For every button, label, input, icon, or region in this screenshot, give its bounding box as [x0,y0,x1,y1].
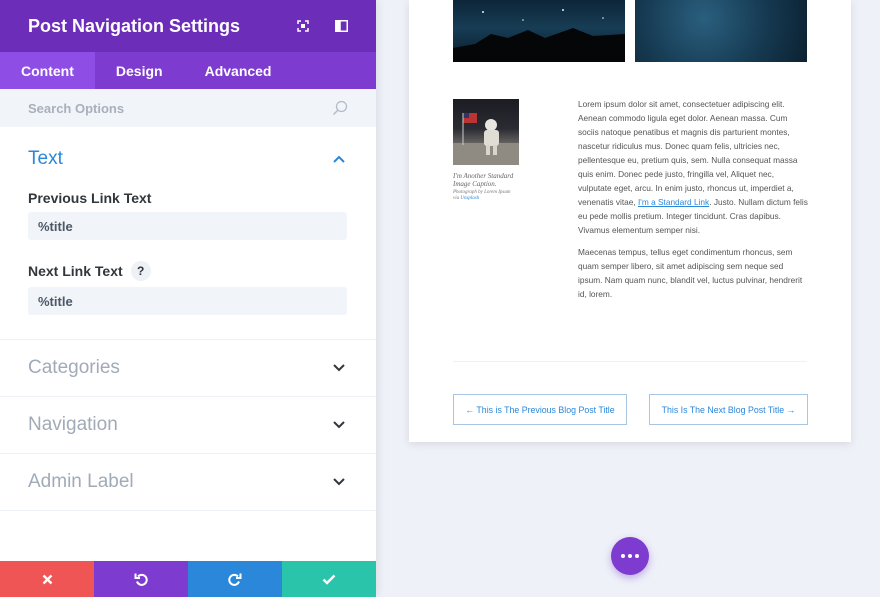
categories-section-title: Categories [28,357,120,378]
post-body: Lorem ipsum dolor sit amet, consectetuer… [578,97,808,309]
paragraph-1-start: Lorem ipsum dolor sit amet, consectetuer… [578,99,798,207]
previous-link-text-label: Previous Link Text [28,190,348,206]
redo-icon [228,573,242,586]
astronaut-image [453,99,519,165]
undo-button[interactable] [94,561,188,597]
chevron-down-icon[interactable] [332,475,346,489]
dot-icon [621,554,625,558]
help-icon[interactable]: ? [130,261,151,281]
undo-icon [134,573,148,586]
next-link-text-field[interactable] [28,287,347,315]
panel-title: Post Navigation Settings [28,15,241,36]
search-bar [0,89,376,127]
chevron-down-icon[interactable] [332,418,346,432]
chevron-down-icon[interactable] [332,361,346,375]
tab-bar: Content Design Advanced [0,52,376,89]
chevron-up-icon[interactable] [332,152,346,166]
settings-panel: Post Navigation Settings Content Design … [0,0,376,597]
panel-header: Post Navigation Settings [0,0,376,52]
text-section-header[interactable]: Text [28,127,348,170]
split-view-icon[interactable] [328,13,354,39]
tab-design[interactable]: Design [95,52,184,89]
tab-advanced[interactable]: Advanced [184,52,293,89]
caption-credit: Photograph by Lorem Ipsum via Unsplash [453,190,517,202]
previous-link-text-label-text: Previous Link Text [28,190,152,206]
checkmark-icon [322,574,336,585]
tab-content[interactable]: Content [0,52,95,89]
next-post-link[interactable]: This Is The Next Blog Post Title → [649,394,808,425]
save-button[interactable] [282,561,376,597]
paragraph-2: Maecenas tempus, tellus eget condimentum… [578,247,803,299]
dot-icon [635,554,639,558]
next-link-text-label-text: Next Link Text [28,263,123,279]
action-bar [0,561,376,597]
more-options-button[interactable] [611,537,649,575]
navigation-section-title: Navigation [28,414,118,435]
text-section-title: Text [28,148,63,169]
divider [453,361,807,362]
text-section: Text Previous Link Text Next Link Text ? [0,127,376,340]
next-link-text-label: Next Link Text ? [28,261,348,281]
image-caption: I'm Another Standard Image Caption. Phot… [453,172,517,202]
caption-text: I'm Another Standard Image Caption. [453,172,514,188]
dot-icon [628,554,632,558]
standard-link[interactable]: I'm a Standard Link [638,197,709,207]
fullscreen-icon[interactable] [290,13,316,39]
unsplash-link[interactable]: Unsplash [460,196,479,201]
previous-post-link[interactable]: ← This is The Previous Blog Post Title [453,394,627,425]
post-preview: I'm Another Standard Image Caption. Phot… [409,0,851,442]
redo-button[interactable] [188,561,282,597]
categories-section[interactable]: Categories [0,340,376,397]
navigation-section[interactable]: Navigation [0,397,376,454]
search-icon[interactable] [332,100,348,116]
search-input[interactable] [28,100,332,116]
paragraph-1: Lorem ipsum dolor sit amet, consectetuer… [578,97,808,237]
discard-button[interactable] [0,561,94,597]
previous-link-text-field[interactable] [28,212,347,240]
admin-label-section[interactable]: Admin Label [0,454,376,511]
close-icon [42,574,52,584]
gallery-image-stars [635,0,807,62]
admin-label-section-title: Admin Label [28,471,134,492]
gallery-image-night-sky [453,0,625,62]
